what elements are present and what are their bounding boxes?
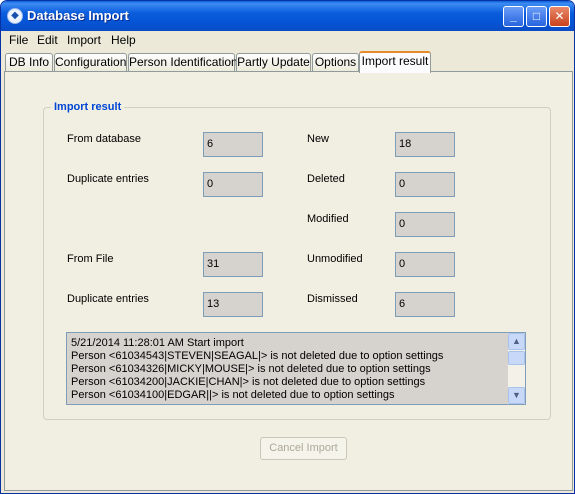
log-line: Person <61034200|JACKIE|CHAN|> is not de… [71,376,426,388]
menu-import[interactable]: Import [67,33,101,47]
window-title: Database Import [27,8,129,23]
deleted-value: 0 [395,172,455,197]
app-icon: ◆ [7,8,23,24]
from-database-value: 6 [203,132,263,157]
group-title: Import result [51,101,125,113]
tab-db-info[interactable]: DB Info [5,53,53,72]
menu-bar: File Edit Import Help [1,31,574,49]
duplicate-db-label: Duplicate entries [67,173,149,185]
from-database-label: From database [67,133,141,145]
log-scrollbar[interactable]: ▲ ▼ [508,333,525,404]
new-value: 18 [395,132,455,157]
dismissed-value: 6 [395,292,455,317]
from-file-value: 31 [203,252,263,277]
cancel-import-button[interactable]: Cancel Import [260,437,347,460]
dismissed-label: Dismissed [307,293,358,305]
modified-label: Modified [307,213,349,225]
tab-partly-update[interactable]: Partly Update [236,53,311,72]
unmodified-value: 0 [395,252,455,277]
title-bar[interactable]: ◆ Database Import _ □ ✕ [1,1,574,31]
deleted-label: Deleted [307,173,345,185]
maximize-button[interactable]: □ [526,6,547,27]
tab-person-identification[interactable]: Person Identification [128,53,238,72]
import-log[interactable]: 5/21/2014 11:28:01 AM Start import Perso… [66,332,526,405]
tab-options[interactable]: Options [312,53,359,72]
scroll-up-icon[interactable]: ▲ [508,333,525,350]
duplicate-file-value: 13 [203,292,263,317]
duplicate-db-value: 0 [203,172,263,197]
log-line: Person <61034100|EDGAR||> is not deleted… [71,389,395,401]
minimize-button[interactable]: _ [503,6,524,27]
modified-value: 0 [395,212,455,237]
tab-import-result[interactable]: Import result [359,51,431,73]
tab-configuration[interactable]: Configuration [54,53,127,72]
menu-edit[interactable]: Edit [37,33,58,47]
from-file-label: From File [67,253,114,265]
duplicate-file-label: Duplicate entries [67,293,149,305]
tab-strip: DB Info Configuration Person Identificat… [1,51,574,73]
new-label: New [307,133,330,145]
unmodified-label: Unmodified [307,253,363,265]
menu-file[interactable]: File [9,33,28,47]
log-line: Person <61034543|STEVEN|SEAGAL|> is not … [71,350,444,362]
log-line: Person <61034326|MICKY|MOUSE|> is not de… [71,363,431,375]
database-import-window: ◆ Database Import _ □ ✕ File Edit Import… [0,0,575,494]
close-button[interactable]: ✕ [549,6,570,27]
menu-help[interactable]: Help [111,33,136,47]
tab-panel: Import result From database 6 Duplicate … [4,71,573,491]
scroll-down-icon[interactable]: ▼ [508,387,525,404]
log-line: 5/21/2014 11:28:01 AM Start import [71,337,244,349]
scroll-thumb[interactable] [508,351,525,365]
